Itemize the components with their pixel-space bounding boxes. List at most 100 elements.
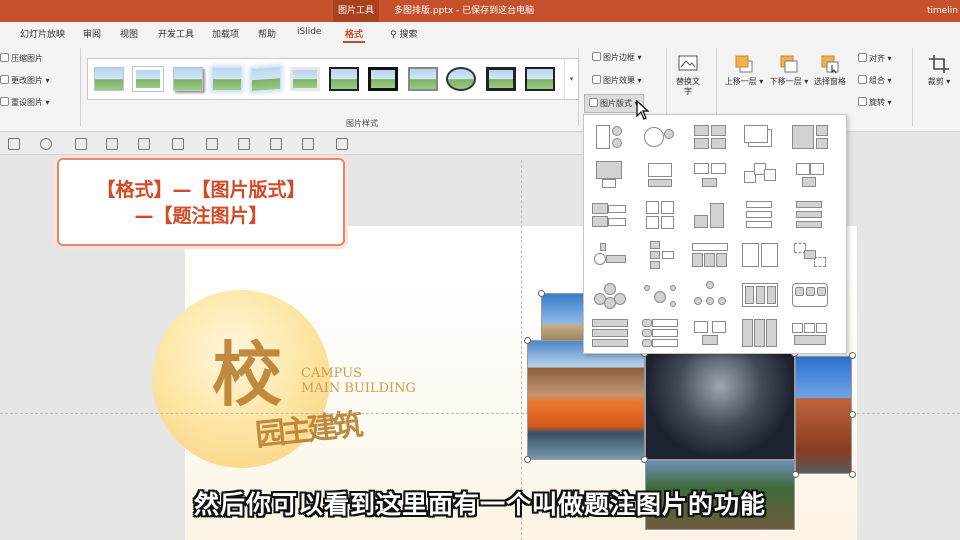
style-thumbnail[interactable] bbox=[486, 67, 516, 91]
selection-pane-button[interactable]: 选择窗格 bbox=[810, 54, 850, 87]
tab-format[interactable]: 格式 bbox=[342, 27, 366, 43]
group-label: 组合 bbox=[869, 76, 885, 85]
search-box[interactable]: ⚲ 搜索 bbox=[390, 27, 417, 40]
layout-option-vertical-blocks[interactable] bbox=[742, 319, 778, 347]
layout-option-title-picture-lineup[interactable] bbox=[692, 241, 728, 269]
crop-button[interactable]: 裁剪 ▾ bbox=[925, 54, 953, 87]
layout-option-picture-lineup[interactable] bbox=[592, 241, 628, 269]
layout-option-bending-picture-caption[interactable] bbox=[592, 123, 628, 151]
toolbar-icon[interactable] bbox=[302, 138, 314, 150]
layout-option-caption-picture[interactable] bbox=[642, 161, 678, 189]
style-thumbnail[interactable] bbox=[525, 67, 555, 91]
ribbon-tabs: 幻灯片放映 审阅 视图 开发工具 加载项 帮助 iSlide 格式 ⚲ 搜索 bbox=[0, 22, 960, 44]
tab-help[interactable]: 帮助 bbox=[258, 27, 276, 40]
crop-label: 裁剪 bbox=[927, 77, 944, 86]
style-thumbnail[interactable] bbox=[290, 67, 320, 91]
toolbar-icon[interactable] bbox=[270, 138, 282, 150]
user-name[interactable]: timelin bbox=[927, 0, 958, 22]
layout-option-ascending-picture[interactable] bbox=[692, 201, 728, 229]
resize-handle[interactable] bbox=[641, 456, 648, 463]
layout-option-picture-squares[interactable] bbox=[642, 201, 678, 229]
alt-text-button[interactable]: 替换文字 bbox=[674, 54, 702, 97]
resize-handle[interactable] bbox=[849, 471, 856, 478]
send-backward-button[interactable]: 下移一层 ▾ bbox=[769, 54, 809, 87]
rotate-icon bbox=[858, 97, 867, 106]
send-backward-icon bbox=[780, 55, 798, 73]
tab-developer[interactable]: 开发工具 bbox=[158, 27, 194, 40]
toolbar-icon[interactable] bbox=[40, 138, 52, 150]
style-thumbnail[interactable] bbox=[408, 67, 438, 91]
bring-forward-button[interactable]: 上移一层 ▾ bbox=[724, 54, 764, 87]
layout-option-snapshot-picture[interactable] bbox=[742, 161, 778, 189]
tab-islide[interactable]: iSlide bbox=[297, 27, 321, 37]
tab-review[interactable]: 审阅 bbox=[83, 27, 101, 40]
layout-option-hexagon-cluster[interactable] bbox=[792, 241, 828, 269]
picture-border-button[interactable]: 图片边框 ▾ bbox=[592, 52, 642, 63]
layout-option-organization-chart[interactable] bbox=[692, 281, 728, 309]
search-icon: ⚲ bbox=[390, 30, 397, 40]
style-thumbnail[interactable] bbox=[173, 67, 203, 91]
resize-handle[interactable] bbox=[849, 352, 856, 359]
selection-pane-icon bbox=[821, 55, 839, 74]
layout-option-vertical-picture-list[interactable] bbox=[742, 201, 778, 229]
resize-handle[interactable] bbox=[792, 471, 799, 478]
toolbar-icon[interactable] bbox=[336, 138, 348, 150]
change-picture-button[interactable]: 更改图片 ▾ bbox=[0, 75, 50, 86]
tab-addins[interactable]: 加载项 bbox=[212, 27, 239, 40]
layout-option-picture-grid[interactable] bbox=[692, 123, 728, 151]
toolbar-icon[interactable] bbox=[206, 138, 218, 150]
resize-handle[interactable] bbox=[524, 456, 531, 463]
layout-option-circle-cluster[interactable] bbox=[592, 281, 628, 309]
toolbar-icon[interactable] bbox=[106, 138, 118, 150]
tab-view[interactable]: 视图 bbox=[120, 27, 138, 40]
style-thumbnail[interactable] bbox=[132, 66, 164, 92]
tab-slideshow[interactable]: 幻灯片放映 bbox=[20, 27, 65, 40]
style-thumbnail[interactable] bbox=[329, 67, 359, 91]
group-button[interactable]: 组合 ▾ bbox=[858, 75, 892, 86]
layout-option-table-list[interactable] bbox=[592, 319, 628, 347]
toolbar-icon[interactable] bbox=[138, 138, 150, 150]
style-thumbnail[interactable] bbox=[94, 67, 124, 91]
campus-photo[interactable] bbox=[645, 353, 795, 460]
campus-photo[interactable] bbox=[527, 340, 645, 460]
layout-option-picture-blocks[interactable] bbox=[792, 123, 828, 151]
style-thumbnail[interactable] bbox=[251, 65, 281, 93]
layout-option-captioned-picture[interactable] bbox=[592, 161, 628, 189]
layout-option-rounded-frame[interactable] bbox=[792, 281, 828, 309]
layout-option-picture-accent[interactable] bbox=[792, 161, 828, 189]
campus-photo[interactable] bbox=[795, 356, 852, 474]
layout-option-stacked-pictures[interactable] bbox=[742, 123, 778, 151]
layout-option-framed-grid[interactable] bbox=[742, 281, 778, 309]
alt-text-label: 替换文字 bbox=[676, 77, 700, 96]
layout-option-accent-list[interactable] bbox=[642, 319, 678, 347]
compress-pictures-button[interactable]: 压缩图片 bbox=[0, 53, 43, 64]
style-thumbnail[interactable] bbox=[446, 67, 476, 91]
document-title: 多图排版.pptx - 已保存到这台电脑 bbox=[394, 6, 535, 16]
layout-option-circle-picture-list[interactable] bbox=[642, 241, 678, 269]
rotate-button[interactable]: 旋转 ▾ bbox=[858, 97, 892, 108]
guide-line bbox=[521, 160, 522, 540]
picture-tools-context-label: 图片工具 bbox=[333, 0, 379, 22]
layout-option-picture-grid-caption[interactable] bbox=[692, 319, 728, 347]
layout-option-framed-caption[interactable] bbox=[692, 161, 728, 189]
layout-option-picture-strips[interactable] bbox=[792, 201, 828, 229]
resize-handle[interactable] bbox=[849, 411, 856, 418]
resize-handle[interactable] bbox=[538, 290, 545, 297]
gallery-more-button[interactable]: ▾ bbox=[564, 59, 578, 99]
toolbar-icon[interactable] bbox=[75, 138, 87, 150]
layout-option-circular-picture[interactable] bbox=[642, 123, 678, 151]
layout-option-picture-caption-list[interactable] bbox=[742, 241, 778, 269]
layout-option-circle-accent[interactable] bbox=[792, 319, 828, 347]
layout-option-picture-list[interactable] bbox=[592, 201, 628, 229]
picture-layout-button[interactable]: 图片版式 ▾ bbox=[584, 94, 644, 113]
toolbar-icon[interactable] bbox=[238, 138, 250, 150]
style-thumbnail[interactable] bbox=[212, 67, 242, 91]
toolbar-icon[interactable] bbox=[172, 138, 184, 150]
reset-picture-button[interactable]: 重设图片 ▾ bbox=[0, 97, 50, 108]
toolbar-icon[interactable] bbox=[8, 138, 20, 150]
picture-effects-button[interactable]: 图片效果 ▾ bbox=[592, 75, 642, 86]
layout-option-radial-picture[interactable] bbox=[642, 281, 678, 309]
align-button[interactable]: 对齐 ▾ bbox=[858, 53, 892, 64]
style-thumbnail[interactable] bbox=[368, 67, 398, 91]
resize-handle[interactable] bbox=[524, 337, 531, 344]
